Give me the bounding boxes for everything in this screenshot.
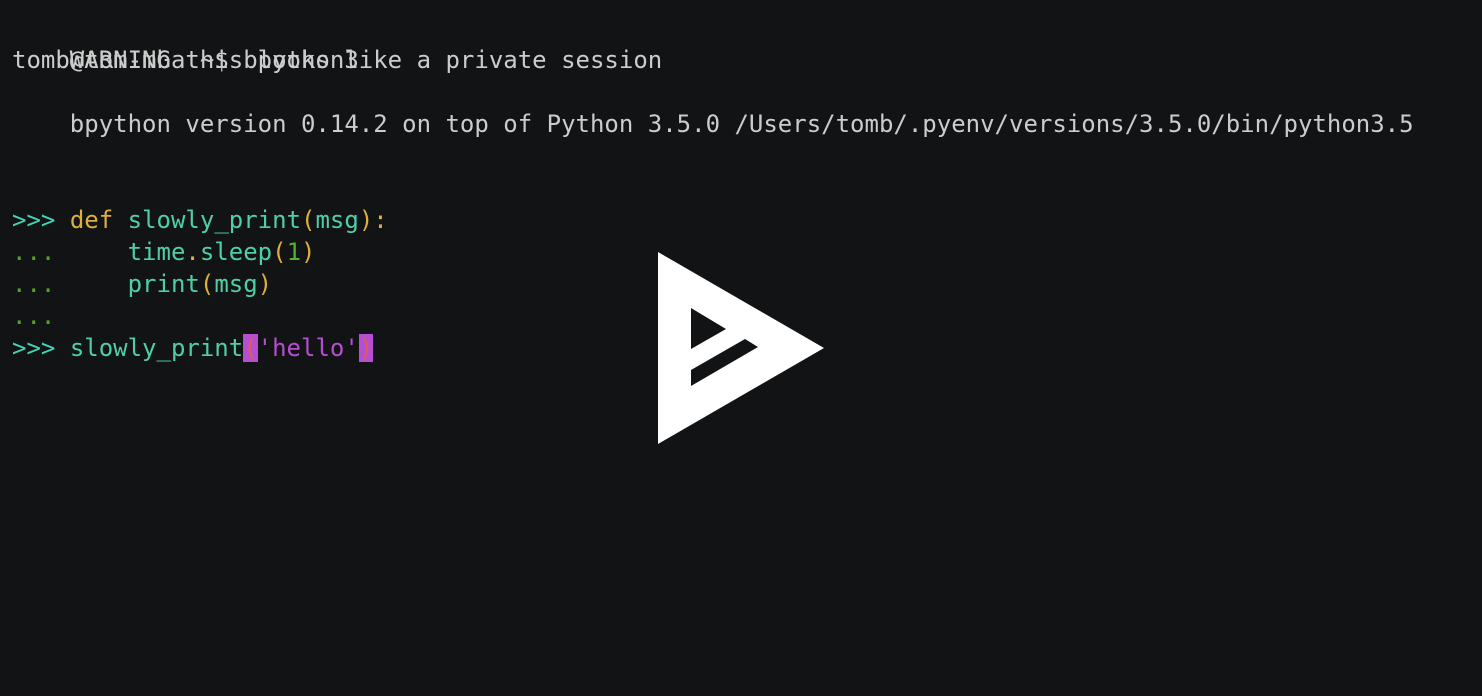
close-paren: ) [301,238,316,266]
keyword-def: def [69,206,114,234]
shell-command-line: tomb@tom-mba ~$ bpython3 [12,44,1470,76]
warning-line: WARNING this looks like a private sessio… [12,12,1470,74]
close-paren-highlighted: ) [358,334,374,362]
primary-prompt: >>> [12,334,56,362]
continuation-prompt: ... [12,270,56,298]
module-name: time [127,238,186,266]
open-paren: ( [199,270,215,298]
open-paren-highlighted: ( [243,334,258,362]
shell-command: bpython3 [243,46,359,74]
asciinema-play-icon[interactable] [656,250,826,446]
string-literal: 'hello' [257,334,359,362]
terminal-window[interactable]: WARNING this looks like a private sessio… [0,0,1482,696]
method-name: sleep [199,238,273,266]
version-text: bpython version 0.14.2 on top of Python … [69,110,1414,138]
arg-name: msg [214,270,258,298]
function-call-name: print [127,270,200,298]
code-line-1: >>> def slowly_print(msg): [12,204,1470,236]
function-name: slowly_print [127,206,302,234]
function-call-name: slowly_print [69,334,244,362]
continuation-prompt: ... [12,302,56,330]
dot: . [185,238,200,266]
close-paren-colon: ): [358,206,388,234]
version-line: bpython version 0.14.2 on top of Python … [12,76,1470,138]
shell-prompt: tomb@tom-mba ~$ [12,46,244,74]
close-paren: ) [257,270,273,298]
arg-name: msg [315,206,359,234]
continuation-prompt: ... [12,238,56,266]
primary-prompt: >>> [12,206,56,234]
number-literal: 1 [286,238,302,266]
open-paren: ( [272,238,287,266]
open-paren: ( [301,206,316,234]
